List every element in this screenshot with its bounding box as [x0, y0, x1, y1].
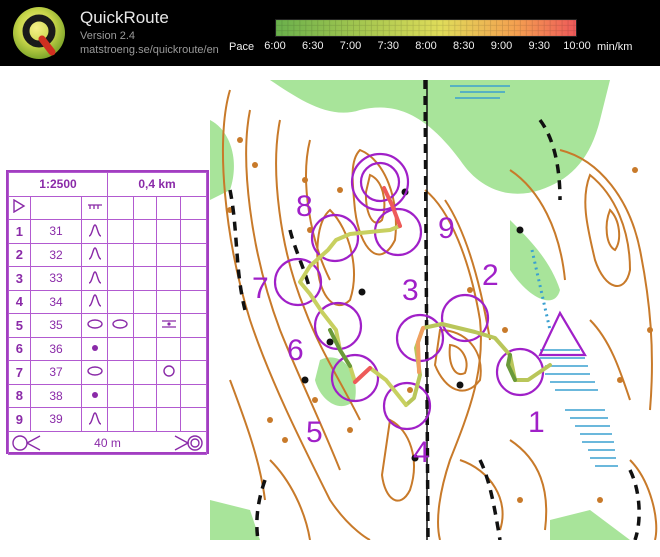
- control-number: 5: [8, 313, 31, 338]
- pace-tick: 7:30: [377, 40, 399, 52]
- contour-lines: [221, 89, 658, 540]
- finish-inner: [359, 161, 401, 203]
- control-number: 8: [8, 383, 31, 408]
- start-triangle-icon: [13, 199, 26, 214]
- pace-tick: 7:00: [339, 40, 362, 52]
- pace-tick: 9:30: [528, 40, 550, 52]
- control-row: 8 38: [8, 383, 207, 408]
- control-label-5: 5: [306, 416, 323, 449]
- knolls: [227, 137, 653, 503]
- pace-tick: 9:00: [490, 40, 513, 52]
- map-scale: 1:2500: [8, 172, 108, 197]
- control-code: 35: [29, 313, 83, 338]
- dot-symbol-icon: [91, 344, 98, 351]
- control-circle-1: [495, 347, 545, 397]
- app-url: matstroeng.se/quickroute/en: [80, 44, 219, 56]
- finish-distance: 40 m: [94, 435, 121, 450]
- control-label-6: 6: [287, 334, 304, 367]
- control-number: 7: [8, 360, 31, 385]
- control-label-3: 3: [402, 274, 419, 307]
- app-title: QuickRoute: [80, 8, 169, 27]
- control-code: 38: [29, 383, 83, 408]
- control-description-sheet: 1:2500 0,4 km 1 31 2 32 3 33 4 34 5 35 6 36 7 37 8 38 9 3…: [6, 170, 209, 455]
- knoll-symbol-icon: [88, 271, 101, 284]
- control-row: 6 36: [8, 336, 207, 361]
- control-label-9: 9: [438, 212, 455, 245]
- control-row: 1 31: [8, 219, 207, 244]
- course-length: 0,4 km: [106, 172, 208, 197]
- control-label-4: 4: [413, 436, 430, 469]
- control-code: 34: [29, 289, 83, 314]
- control-row: 7 37: [8, 360, 207, 385]
- control-number: 3: [8, 266, 31, 291]
- oval-symbol-icon: [112, 319, 129, 329]
- control-label-8: 8: [296, 190, 313, 223]
- knoll-symbol-icon: [88, 247, 101, 260]
- dot-symbol-icon: [91, 391, 98, 398]
- control-row: 3 33: [8, 266, 207, 291]
- control-row: 5 35: [8, 313, 207, 338]
- control-label-7: 7: [252, 272, 269, 305]
- control-row: 2 32: [8, 242, 207, 267]
- knoll-symbol-icon: [88, 224, 101, 237]
- pace-tick: 8:00: [415, 40, 437, 52]
- control-number: 6: [8, 336, 31, 361]
- control-label-1: 1: [528, 406, 545, 439]
- start-triangle: [538, 310, 587, 357]
- finish-circle-icon: [174, 434, 203, 451]
- pace-tick: 10:00: [563, 40, 591, 52]
- orienteering-map[interactable]: 1 2 3 4 5 6 7 8 9: [210, 80, 660, 540]
- pace-unit: min/km: [597, 41, 633, 53]
- control-code: 39: [29, 407, 83, 432]
- control-number: 4: [8, 289, 31, 314]
- between-symbol-icon: [161, 320, 176, 328]
- control-row: 9 39: [8, 407, 207, 432]
- knoll-symbol-icon: [88, 294, 101, 307]
- control-number: 9: [8, 407, 31, 432]
- quickroute-logo-icon: [13, 7, 65, 59]
- oval-symbol-icon: [86, 319, 103, 329]
- pace-tick: 6:30: [302, 40, 324, 52]
- app-version: Version 2.4: [80, 30, 136, 42]
- control-row: 4 34: [8, 289, 207, 314]
- finish-route-start-icon: [12, 434, 41, 451]
- boulders: [301, 188, 524, 462]
- depression-symbol-icon: [86, 366, 103, 376]
- pace-tick: 8:30: [453, 40, 475, 52]
- knoll-symbol-icon: [88, 412, 101, 425]
- control-code: 32: [29, 242, 83, 267]
- control-code: 37: [29, 360, 83, 385]
- ring-symbol-icon: [163, 365, 175, 377]
- control-label-2: 2: [482, 259, 499, 292]
- path-symbol-icon: [87, 204, 102, 209]
- pace-color-scale: [275, 19, 577, 37]
- control-number: 1: [8, 219, 31, 244]
- control-code: 36: [29, 336, 83, 361]
- pace-label: Pace: [229, 41, 255, 53]
- control-number: 2: [8, 242, 31, 267]
- control-code: 31: [29, 219, 83, 244]
- app-header: QuickRoute Version 2.4 matstroeng.se/qui…: [0, 0, 660, 66]
- pace-tick: 6:00: [264, 40, 286, 52]
- control-code: 33: [29, 266, 83, 291]
